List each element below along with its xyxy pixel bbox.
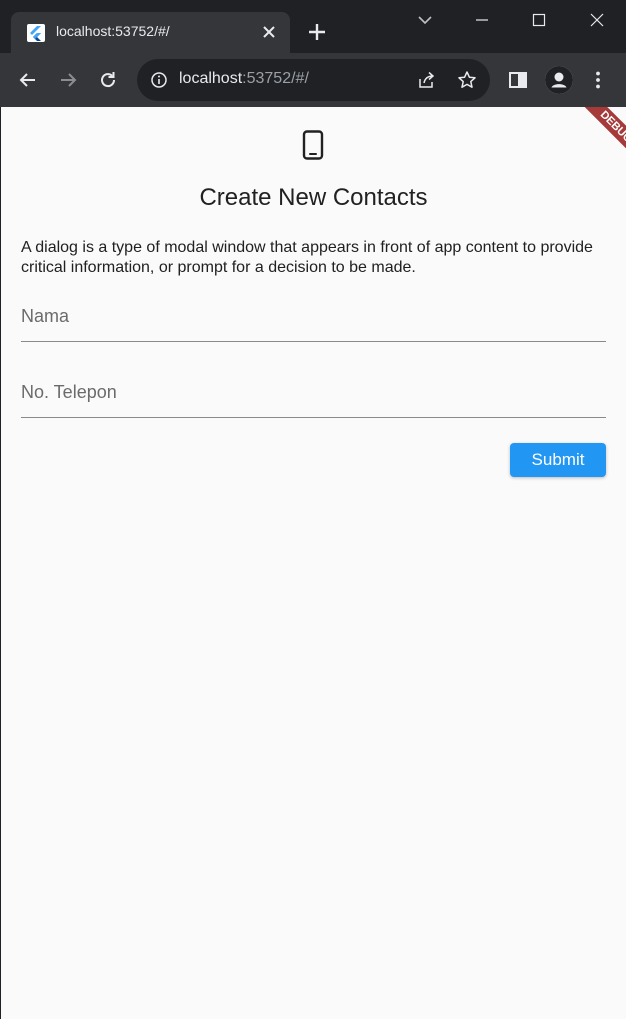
minimize-icon[interactable] [470, 8, 494, 32]
share-icon[interactable] [417, 70, 437, 90]
browser-tab[interactable]: localhost:53752/#/ [11, 12, 290, 53]
tab-strip: localhost:53752/#/ [0, 0, 626, 53]
address-bar[interactable]: localhost:53752/#/ [137, 59, 490, 101]
close-tab-icon[interactable] [259, 22, 279, 42]
debug-banner: DEBUG [571, 107, 626, 172]
browser-toolbar: localhost:53752/#/ [0, 53, 626, 107]
name-input[interactable] [21, 293, 606, 339]
smartphone-icon [301, 130, 325, 160]
reload-icon[interactable] [96, 68, 120, 92]
back-arrow-icon[interactable] [16, 68, 40, 92]
side-panel-icon[interactable] [506, 68, 530, 92]
url-host: localhost [179, 70, 243, 87]
tab-search-chevron-icon[interactable] [413, 8, 437, 32]
browser-window: localhost:53752/#/ localhost:53752/#/ Cr… [0, 0, 626, 1019]
page-description: A dialog is a type of modal window that … [21, 239, 593, 276]
phone-input[interactable] [21, 369, 606, 415]
new-tab-icon[interactable] [305, 20, 329, 44]
more-menu-icon[interactable] [586, 68, 610, 92]
name-field[interactable] [21, 293, 606, 342]
phone-field[interactable] [21, 369, 606, 418]
url-text[interactable]: localhost:53752/#/ [179, 70, 309, 88]
close-window-icon[interactable] [585, 8, 609, 32]
bookmark-star-icon[interactable] [457, 70, 477, 90]
forward-arrow-icon[interactable] [56, 68, 80, 92]
flutter-favicon-icon [27, 24, 45, 42]
maximize-icon[interactable] [527, 8, 551, 32]
submit-button[interactable]: Submit [510, 443, 606, 477]
profile-avatar-icon[interactable] [545, 66, 573, 94]
page-title: Create New Contacts [199, 184, 428, 211]
url-path: :53752/#/ [242, 70, 309, 87]
tab-title: localhost:53752/#/ [56, 23, 170, 39]
site-info-icon[interactable] [150, 71, 168, 89]
app-page: Create New Contacts A dialog is a type o… [1, 107, 626, 1019]
